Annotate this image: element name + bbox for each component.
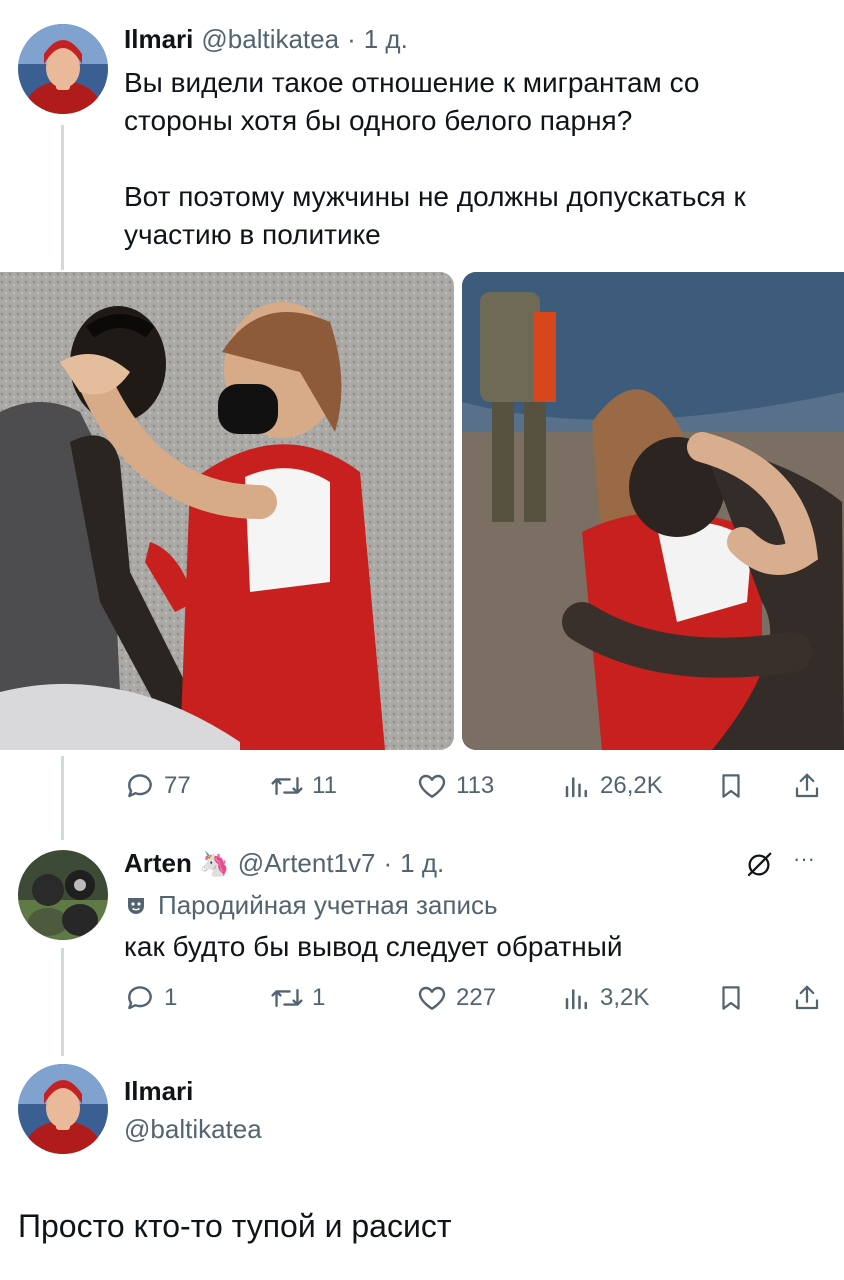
timestamp[interactable]: 1 д. [400,848,444,879]
heart-icon [418,986,446,1010]
retweet-count: 1 [312,984,326,1011]
tweet1-text: Вы видели такое отношение к мигрантам со… [124,67,746,250]
unicorn-emoji: 🦄 [199,850,230,878]
tweet2-header: Arten 🦄 @Artent1v7 · 1 д. [124,848,444,879]
display-name[interactable]: Ilmari [124,24,193,55]
bookmark-button[interactable] [716,770,746,802]
grok-icon [747,852,772,877]
parody-mask-icon [128,897,144,914]
separator: · [383,848,393,878]
reply-count: 1 [164,984,178,1011]
thread-line [61,948,64,1056]
share-button[interactable] [792,770,822,802]
tweet-photo-2[interactable] [462,272,844,750]
avatar-ilmari[interactable] [18,24,108,114]
parody-label: Пародийная учетная запись [124,890,498,921]
parody-label-text: Пародийная учетная запись [158,890,498,920]
reply-icon [128,986,152,1010]
timestamp[interactable]: 1 д. [364,24,408,55]
more-options-button[interactable]: ··· [793,846,815,872]
handle[interactable]: @baltikatea [124,1114,262,1145]
share-icon [795,985,819,1010]
like-count: 113 [456,772,495,799]
retweet-count: 11 [312,772,337,799]
reply-icon [128,774,152,798]
display-name[interactable]: Ilmari [124,1076,193,1107]
thread-line [61,756,64,840]
avatar-arten[interactable] [18,850,108,940]
retweet-icon [271,988,303,1008]
views-button[interactable]: 26,2K [562,770,663,802]
heart-icon [418,774,446,798]
bookmark-icon [722,774,740,798]
bookmark-button[interactable] [716,982,746,1014]
views-icon [565,989,587,1010]
reply-button[interactable]: 77 [124,770,191,802]
tweet3-text: Просто кто-то тупой и расист [18,1208,452,1244]
handle[interactable]: @Artent1v7 [238,848,376,879]
retweet-icon [271,776,303,796]
views-button[interactable]: 3,2K [562,982,649,1014]
separator: · [347,24,356,54]
handle[interactable]: @baltikatea [201,24,339,55]
grok-button[interactable] [744,850,774,885]
tweet2-text: как будто бы вывод следует обратный [124,931,623,962]
like-count: 227 [456,984,497,1011]
share-icon [795,773,819,798]
retweet-button[interactable]: 1 [270,982,325,1014]
views-icon [565,777,587,798]
thread-line [61,125,64,270]
display-name[interactable]: Arten [124,848,192,879]
avatar-ilmari[interactable] [18,1064,108,1154]
share-button[interactable] [792,982,822,1014]
tweet-photo-1[interactable] [0,272,454,750]
views-count: 3,2K [600,984,650,1011]
views-count: 26,2K [600,772,663,799]
reply-button[interactable]: 1 [124,982,177,1014]
retweet-button[interactable]: 11 [270,770,337,802]
tweet1-header: Ilmari @baltikatea · 1 д. [124,24,408,55]
like-button[interactable]: 113 [416,770,494,802]
like-button[interactable]: 227 [416,982,496,1014]
bookmark-icon [722,986,740,1010]
reply-count: 77 [164,772,191,799]
